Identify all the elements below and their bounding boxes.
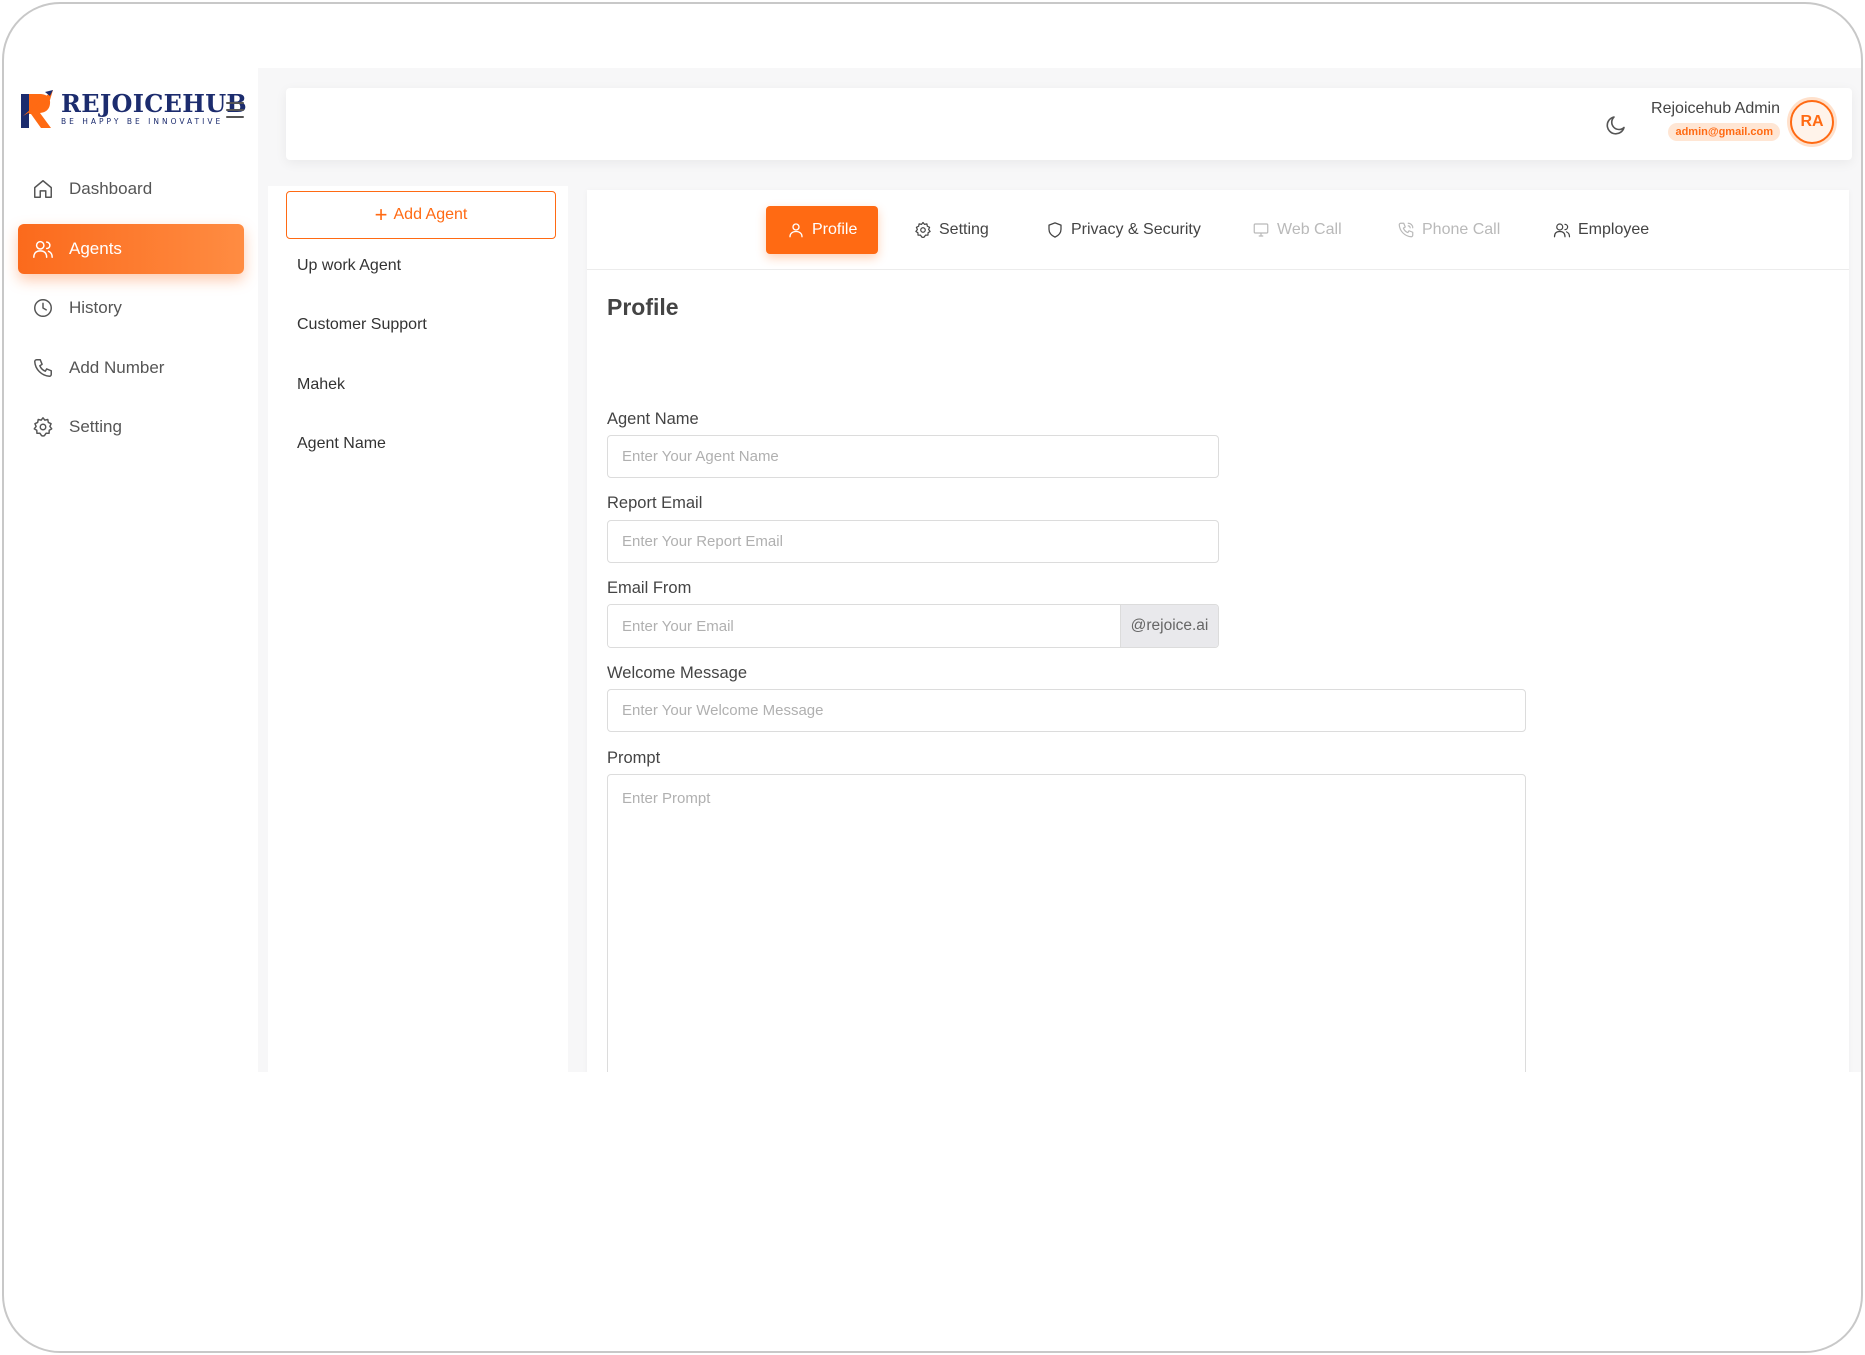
sidebar-item-history[interactable]: History [18, 283, 244, 333]
sidebar-item-setting[interactable]: Setting [18, 402, 244, 452]
sidebar-item-dashboard[interactable]: Dashboard [18, 164, 244, 214]
tab-label: Profile [812, 221, 858, 238]
moon-icon[interactable] [1604, 113, 1628, 137]
sidebar-item-label: Add Number [69, 357, 165, 377]
tab-label: Web Call [1277, 221, 1342, 238]
user-name: Rejoicehub Admin [1651, 100, 1780, 117]
sidebar-item-label: Dashboard [69, 179, 153, 198]
tab-setting[interactable]: Setting [914, 206, 989, 254]
agent-name-label: Agent Name [607, 410, 699, 428]
tab-employee[interactable]: Employee [1553, 206, 1649, 254]
sidebar-item-agents[interactable]: Agents [18, 223, 244, 274]
device-frame: REJOICEHUB BE HAPPY BE INNOVATIVE Dashbo… [2, 2, 1863, 1353]
section-title: Profile [607, 294, 679, 320]
shield-icon [1048, 222, 1062, 238]
report-email-input[interactable] [607, 520, 1219, 563]
tab-privacy-security[interactable]: Privacy & Security [1046, 206, 1201, 254]
sidebar-nav: Dashboard Agents History Add Number Sett… [18, 164, 244, 462]
users-icon [1553, 223, 1571, 238]
brand-name: REJOICEHUB [61, 89, 248, 119]
monitor-icon [1253, 223, 1269, 237]
tab-label: Phone Call [1422, 221, 1501, 238]
add-agent-label: Add Agent [393, 206, 468, 223]
tab-bar: Profile Setting Privacy & Security Web C… [587, 190, 1849, 270]
email-domain-suffix: @rejoice.ai [1120, 605, 1218, 647]
sidebar-item-label: Setting [69, 417, 122, 436]
agent-list-panel: + Add Agent Up work Agent Customer Suppo… [268, 186, 568, 1072]
tab-label: Setting [939, 221, 989, 238]
email-from-label: Email From [607, 579, 692, 597]
hamburger-menu-icon[interactable] [226, 102, 244, 118]
sidebar-item-label: History [69, 298, 122, 317]
users-icon [33, 240, 53, 258]
phone-icon [34, 358, 52, 377]
user-info[interactable]: Rejoicehub Admin admin@gmail.com [1651, 100, 1780, 141]
agent-list-item[interactable]: Mahek [297, 375, 427, 434]
rejoicehub-logo-icon [21, 90, 53, 128]
brand-logo[interactable]: REJOICEHUB BE HAPPY BE INNOVATIVE [17, 86, 247, 132]
gear-icon [915, 221, 931, 238]
prompt-label: Prompt [607, 749, 661, 767]
user-email-badge: admin@gmail.com [1668, 123, 1780, 141]
tab-label: Privacy & Security [1071, 221, 1201, 238]
agent-list-item[interactable]: Agent Name [297, 434, 427, 493]
sidebar-item-add-number[interactable]: Add Number [18, 343, 244, 393]
email-from-group: @rejoice.ai [607, 604, 1219, 648]
email-from-input[interactable] [608, 605, 1120, 647]
sidebar: REJOICEHUB BE HAPPY BE INNOVATIVE Dashbo… [4, 68, 258, 1072]
user-icon [789, 223, 803, 238]
brand-tagline: BE HAPPY BE INNOVATIVE [61, 117, 224, 127]
phone-call-icon [1398, 222, 1414, 238]
tab-phone-call[interactable]: Phone Call [1397, 206, 1500, 254]
agent-list: Up work Agent Customer Support Mahek Age… [297, 256, 427, 493]
tab-label: Employee [1578, 221, 1650, 238]
add-agent-button[interactable]: + Add Agent [286, 191, 556, 239]
report-email-label: Report Email [607, 494, 703, 512]
top-header: Rejoicehub Admin admin@gmail.com RA [286, 88, 1852, 160]
gear-icon [33, 417, 53, 437]
prompt-textarea[interactable] [607, 774, 1526, 1072]
agent-list-item[interactable]: Customer Support [297, 315, 427, 374]
agent-detail-panel: Profile Setting Privacy & Security Web C… [587, 190, 1849, 1072]
tab-web-call[interactable]: Web Call [1252, 206, 1342, 254]
sidebar-item-label: Agents [69, 238, 122, 258]
tab-profile[interactable]: Profile [766, 206, 879, 254]
agent-name-input[interactable] [607, 435, 1219, 478]
home-icon [34, 180, 52, 198]
welcome-message-input[interactable] [607, 689, 1526, 732]
welcome-message-label: Welcome Message [607, 664, 748, 682]
avatar[interactable]: RA [1790, 100, 1834, 144]
app-window: REJOICEHUB BE HAPPY BE INNOVATIVE Dashbo… [4, 68, 1861, 1072]
agent-list-item[interactable]: Up work Agent [297, 256, 427, 315]
plus-icon: + [374, 202, 388, 227]
clock-icon [34, 299, 52, 317]
